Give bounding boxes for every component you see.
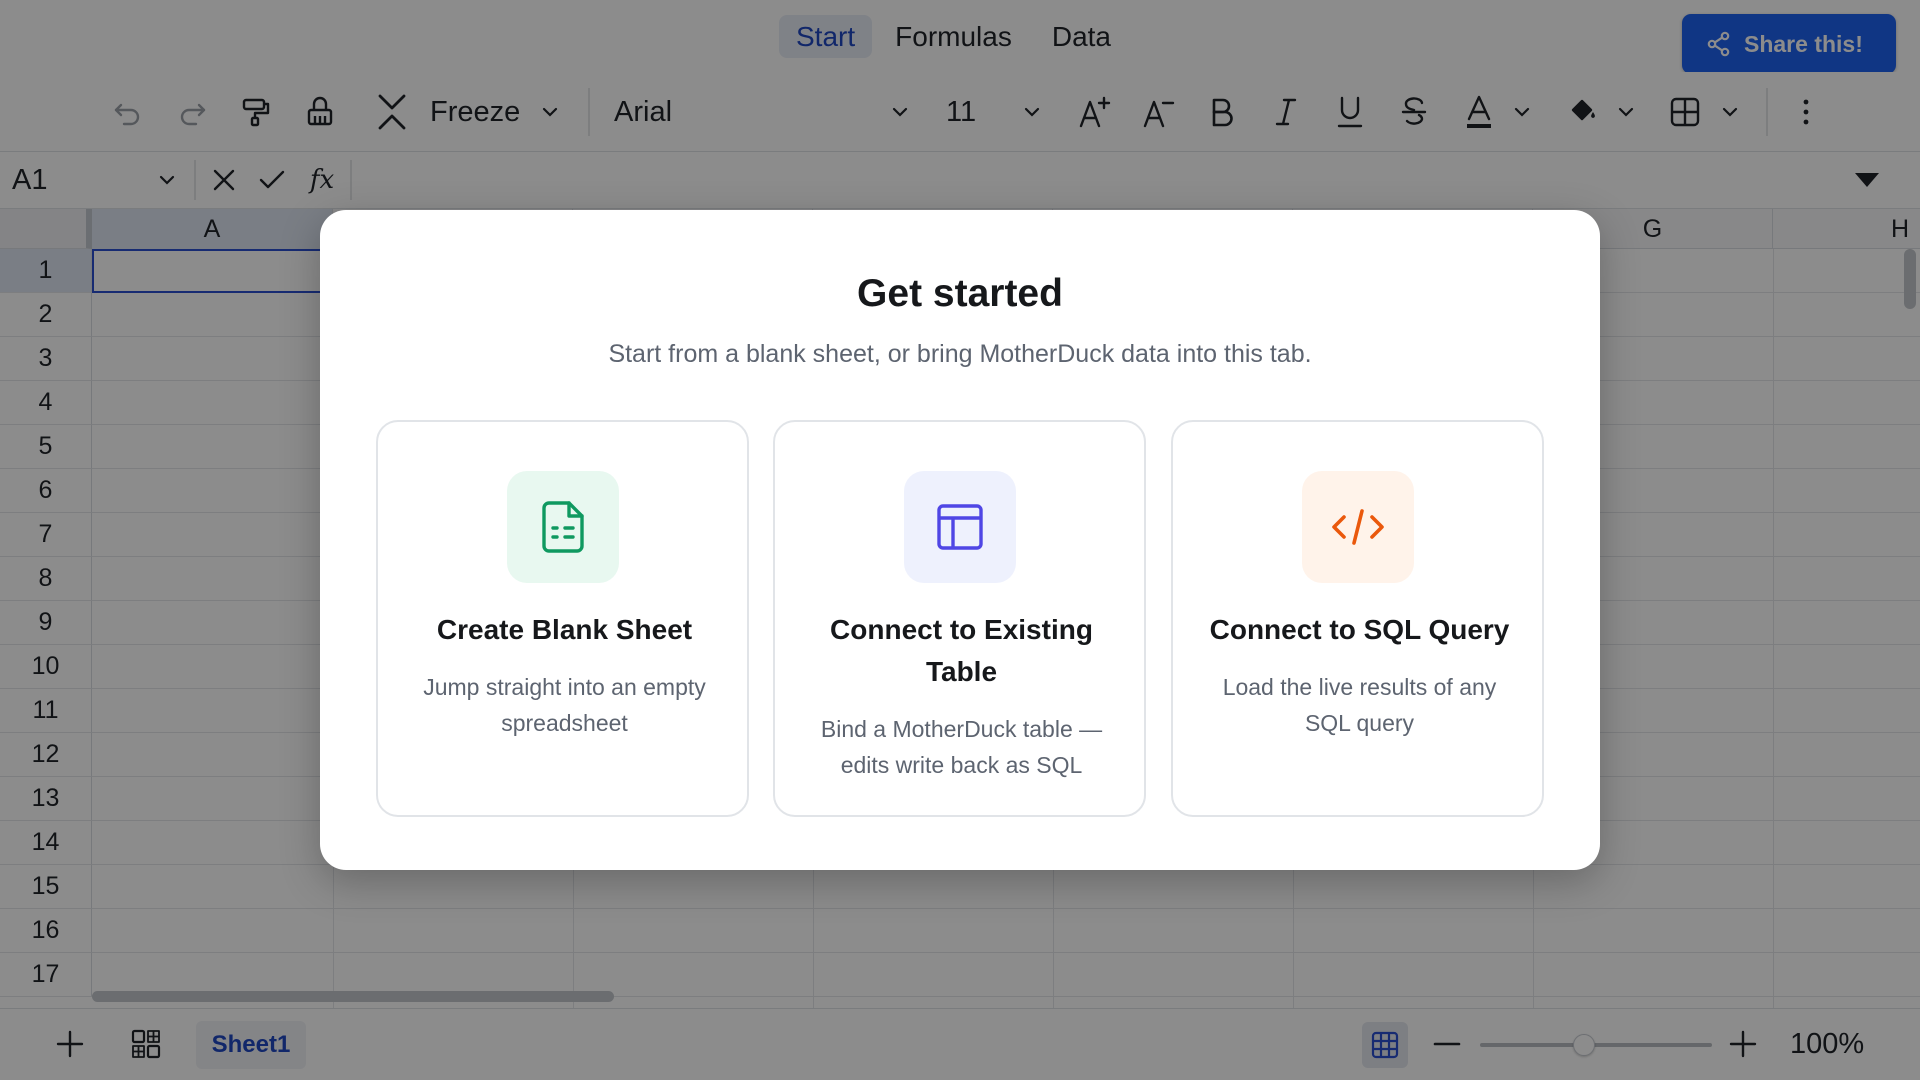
table-icon [934,501,986,553]
card-title: Create Blank Sheet [436,614,693,645]
connect-sql-query-card[interactable]: Connect to SQL Query Load the live resul… [1171,420,1544,817]
file-spreadsheet-icon [539,499,587,555]
card-description: Bind a MotherDuck table — edits write ba… [820,716,1103,778]
dialog-subtitle: Start from a blank sheet, or bring Mothe… [608,340,1312,368]
connect-existing-table-card[interactable]: Connect to Existing Table Bind a MotherD… [773,420,1146,817]
get-started-dialog: Get started Start from a blank sheet, or… [320,210,1600,870]
card-description: Load the live results of any SQL query [1222,674,1497,736]
card-title: Connect to Existing Table [830,614,1093,687]
card-title: Connect to SQL Query [1209,614,1510,645]
create-blank-sheet-card[interactable]: Create Blank Sheet Jump straight into an… [376,420,749,817]
card-icon-container [1302,471,1414,583]
card-description: Jump straight into an empty spreadsheet [423,674,706,736]
card-icon-container [904,471,1016,583]
code-icon [1330,505,1386,549]
card-icon-container [507,471,619,583]
dialog-title: Get started [857,272,1063,315]
